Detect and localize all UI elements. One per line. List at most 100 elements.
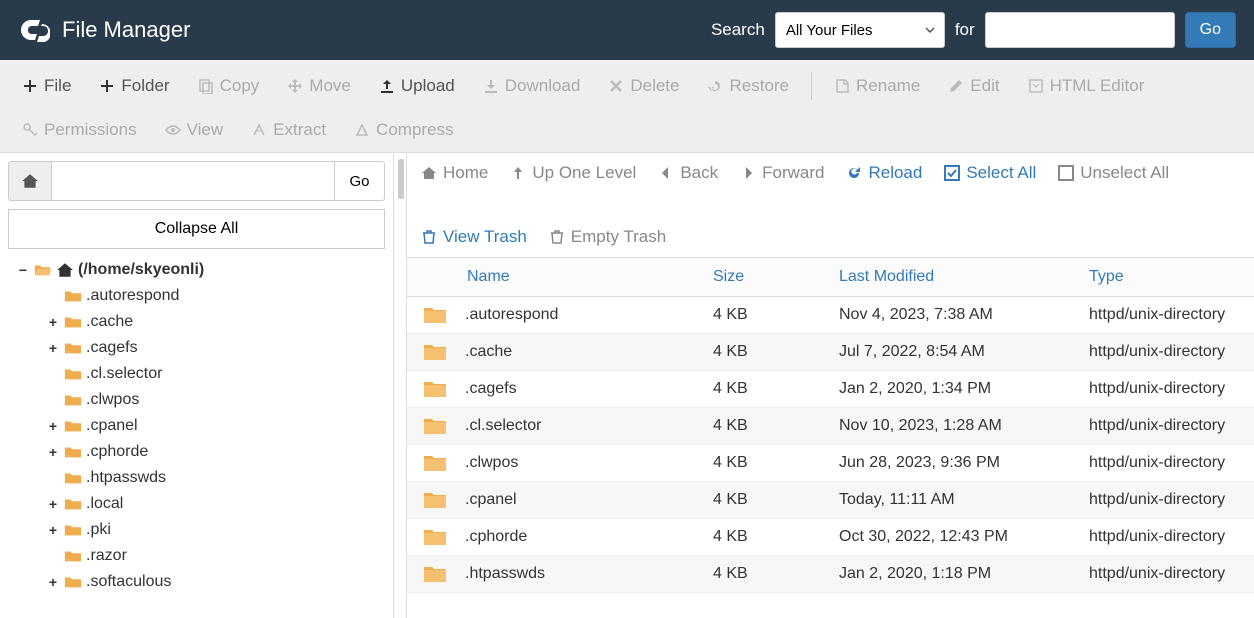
rename-icon: [834, 78, 850, 94]
expand-icon[interactable]: +: [46, 314, 60, 330]
tree-item-label: .cagefs: [86, 339, 138, 357]
edit-button[interactable]: Edit: [936, 68, 1011, 104]
cell-size: 4 KB: [713, 454, 839, 472]
new-folder-button[interactable]: Folder: [87, 68, 181, 104]
folder-icon: [64, 444, 82, 460]
new-file-button[interactable]: File: [10, 68, 83, 104]
path-home-button[interactable]: [8, 161, 52, 201]
app-logo: File Manager: [18, 14, 190, 46]
tree-item[interactable]: + .softaculous: [46, 569, 385, 595]
col-size[interactable]: Size: [713, 268, 839, 286]
folder-tree: − (/home/skyeonli) .autorespond + .cache +.…: [8, 257, 385, 595]
col-name[interactable]: Name: [423, 268, 713, 286]
download-button[interactable]: Download: [471, 68, 593, 104]
restore-button[interactable]: Restore: [695, 68, 801, 104]
cell-name: .cphorde: [465, 528, 713, 546]
back-action[interactable]: Back: [658, 163, 718, 183]
table-row[interactable]: .autorespond4 KBNov 4, 2023, 7:38 AMhttp…: [407, 297, 1254, 334]
expand-icon[interactable]: +: [46, 340, 60, 356]
tree-item-label: .softaculous: [86, 573, 171, 591]
tree-item-label: .pki: [86, 521, 111, 539]
permissions-button[interactable]: Permissions: [10, 112, 149, 148]
expand-icon[interactable]: +: [46, 522, 60, 538]
view-trash-action[interactable]: View Trash: [421, 227, 527, 247]
collapse-all-button[interactable]: Collapse All: [8, 209, 385, 249]
folder-icon: [64, 288, 82, 304]
tree-item-label: .cphorde: [86, 443, 148, 461]
cpanel-logo-icon: [18, 14, 50, 46]
html-editor-button[interactable]: HTML Editor: [1016, 68, 1157, 104]
splitter[interactable]: [393, 153, 407, 618]
folder-icon: [64, 314, 82, 330]
tree-item[interactable]: + .cphorde: [46, 439, 385, 465]
table-row[interactable]: .cl.selector4 KBNov 10, 2023, 1:28 AMhtt…: [407, 408, 1254, 445]
edit-icon: [948, 78, 964, 94]
expand-icon[interactable]: +: [46, 418, 60, 434]
cell-type: httpd/unix-directory: [1089, 491, 1238, 509]
rename-button[interactable]: Rename: [822, 68, 932, 104]
col-type[interactable]: Type: [1089, 268, 1238, 286]
tree-item-label: .autorespond: [86, 287, 179, 305]
col-modified[interactable]: Last Modified: [839, 268, 1089, 286]
cell-size: 4 KB: [713, 343, 839, 361]
tree-item[interactable]: +.local: [46, 491, 385, 517]
expand-icon[interactable]: +: [46, 496, 60, 512]
extract-button[interactable]: Extract: [239, 112, 338, 148]
folder-icon: [64, 548, 82, 564]
folder-icon: [423, 342, 447, 362]
move-button[interactable]: Move: [275, 68, 363, 104]
action-bar: Home Up One Level Back Forward Reload Se…: [407, 153, 1254, 258]
tree-root[interactable]: − (/home/skyeonli): [16, 257, 385, 283]
reload-action[interactable]: Reload: [846, 163, 922, 183]
delete-icon: [608, 78, 624, 94]
tree-item-label: .htpasswds: [86, 469, 166, 487]
expand-icon[interactable]: +: [46, 444, 60, 460]
search-input[interactable]: [985, 12, 1175, 48]
up-level-action[interactable]: Up One Level: [510, 163, 636, 183]
copy-button[interactable]: Copy: [186, 68, 272, 104]
home-action[interactable]: Home: [421, 163, 488, 183]
search-scope-select[interactable]: All Your Files: [775, 12, 945, 48]
forward-action[interactable]: Forward: [740, 163, 824, 183]
home-icon: [421, 165, 437, 181]
search-label: Search: [711, 20, 765, 40]
path-go-button[interactable]: Go: [335, 161, 385, 201]
tree-item-label: .clwpos: [86, 391, 139, 409]
cell-modified: Jul 7, 2022, 8:54 AM: [839, 343, 1089, 361]
upload-button[interactable]: Upload: [367, 68, 467, 104]
cell-modified: Nov 10, 2023, 1:28 AM: [839, 417, 1089, 435]
tree-item[interactable]: + .cache: [46, 309, 385, 335]
cell-type: httpd/unix-directory: [1089, 528, 1238, 546]
tree-item[interactable]: + .cagefs: [46, 335, 385, 361]
path-input[interactable]: [52, 161, 335, 201]
expand-icon[interactable]: +: [46, 574, 60, 590]
folder-icon: [423, 564, 447, 584]
table-row[interactable]: .cpanel4 KBToday, 11:11 AMhttpd/unix-dir…: [407, 482, 1254, 519]
table-row[interactable]: .htpasswds4 KBJan 2, 2020, 1:18 PMhttpd/…: [407, 556, 1254, 593]
tree-item[interactable]: .htpasswds: [46, 465, 385, 491]
search-go-button[interactable]: Go: [1185, 12, 1236, 48]
tree-item[interactable]: .cl.selector: [46, 361, 385, 387]
table-row[interactable]: .cphorde4 KBOct 30, 2022, 12:43 PMhttpd/…: [407, 519, 1254, 556]
table-header: Name Size Last Modified Type: [407, 258, 1254, 297]
cell-size: 4 KB: [713, 528, 839, 546]
compress-button[interactable]: Compress: [342, 112, 465, 148]
table-row[interactable]: .cache4 KBJul 7, 2022, 8:54 AMhttpd/unix…: [407, 334, 1254, 371]
empty-trash-action[interactable]: Empty Trash: [549, 227, 666, 247]
cell-modified: Jun 28, 2023, 9:36 PM: [839, 454, 1089, 472]
move-icon: [287, 78, 303, 94]
tree-item[interactable]: +.cpanel: [46, 413, 385, 439]
tree-item[interactable]: .autorespond: [46, 283, 385, 309]
unselect-all-action[interactable]: Unselect All: [1058, 163, 1169, 183]
select-all-action[interactable]: Select All: [944, 163, 1036, 183]
tree-item[interactable]: + .pki: [46, 517, 385, 543]
table-row[interactable]: .clwpos4 KBJun 28, 2023, 9:36 PMhttpd/un…: [407, 445, 1254, 482]
delete-button[interactable]: Delete: [596, 68, 691, 104]
tree-item[interactable]: .razor: [46, 543, 385, 569]
folder-icon: [64, 418, 82, 434]
tree-item[interactable]: .clwpos: [46, 387, 385, 413]
collapse-icon[interactable]: −: [16, 262, 30, 278]
table-row[interactable]: .cagefs4 KBJan 2, 2020, 1:34 PMhttpd/uni…: [407, 371, 1254, 408]
view-button[interactable]: View: [153, 112, 236, 148]
tree-item-label: .cache: [86, 313, 133, 331]
